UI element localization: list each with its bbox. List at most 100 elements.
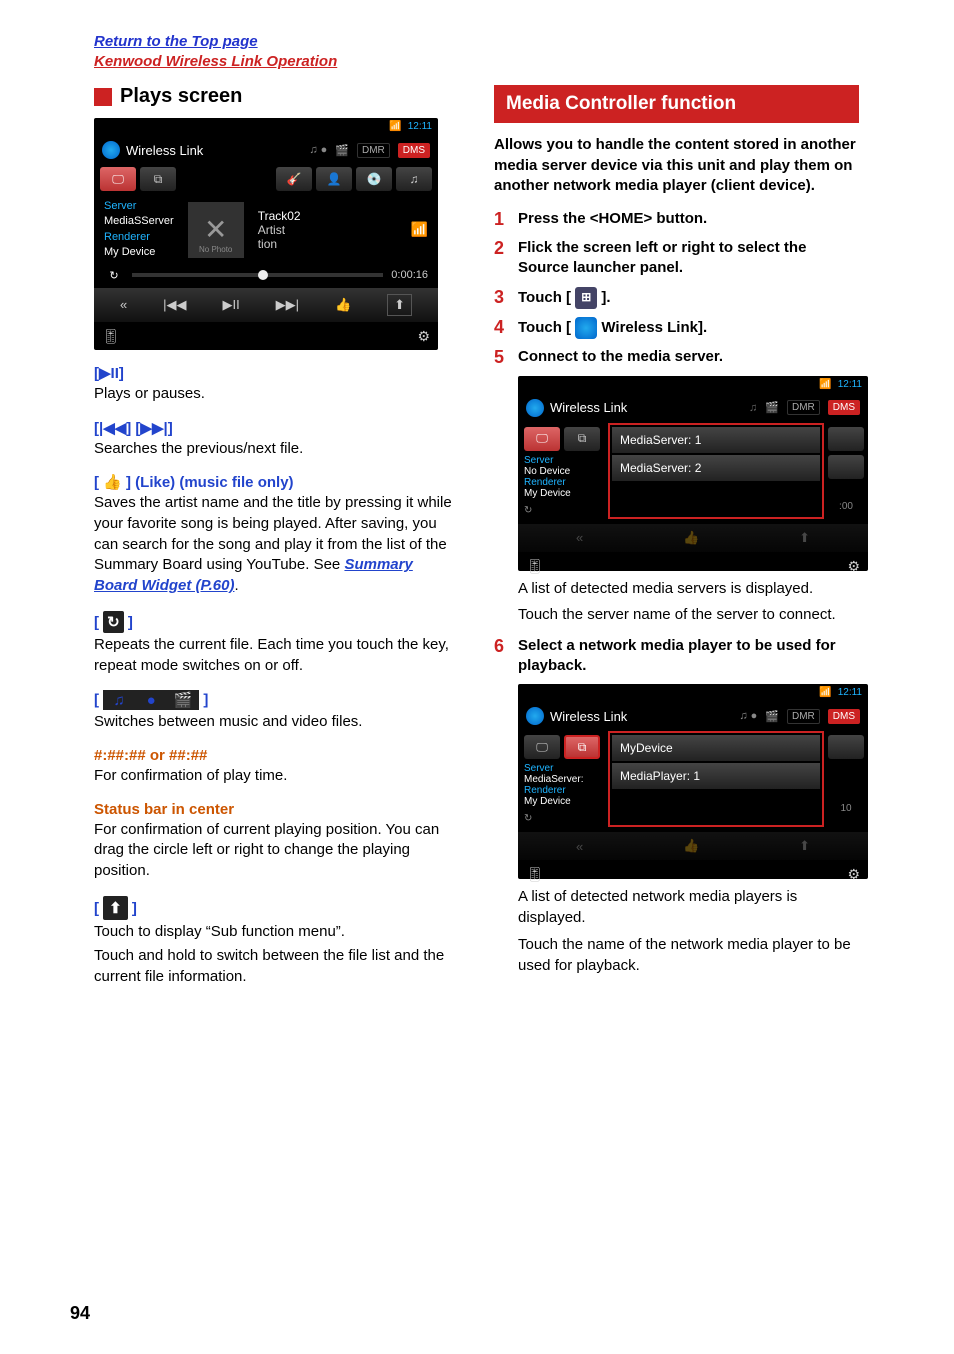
dmr-badge: DMR <box>787 400 820 415</box>
mixer-icon[interactable]: 🎚 <box>526 866 544 883</box>
music-indicator-icon: ♫ ● <box>309 144 327 156</box>
renderer-value: My Device <box>104 245 174 260</box>
screen-title: Wireless Link <box>550 709 627 724</box>
renderer-tab[interactable]: ⧉ <box>564 427 600 451</box>
renderer-label: Renderer <box>524 785 602 796</box>
step5-sub1: A list of detected media servers is disp… <box>518 579 859 600</box>
renderer-tab[interactable]: ⧉ <box>140 167 176 191</box>
repeat-icon[interactable]: ↻ <box>104 269 124 282</box>
red-square-marker-icon <box>94 88 112 106</box>
step-num-6: 6 <box>494 636 510 677</box>
wireless-link-icon <box>102 141 120 159</box>
step-num-1: 1 <box>494 209 510 230</box>
like-button[interactable]: 👍 <box>335 297 351 313</box>
time-desc: For confirmation of play time. <box>94 766 459 787</box>
step-6: 6 Select a network media player to be us… <box>494 636 859 677</box>
statusbar-desc: For confirmation of current playing posi… <box>94 820 459 882</box>
time-heading: #:##:## or ##:## <box>94 747 459 764</box>
step-num-2: 2 <box>494 238 510 279</box>
list-item[interactable]: MyDevice <box>612 735 820 761</box>
sub-menu-key-icon: ⬆ <box>103 896 128 920</box>
step-num-5: 5 <box>494 347 510 368</box>
collapse-icon: « <box>576 530 583 545</box>
renderer-value: My Device <box>524 796 602 807</box>
wireless-link-icon <box>526 707 544 725</box>
server-tab[interactable]: 🖵 <box>100 167 136 191</box>
playpause-desc: Plays or pauses. <box>94 384 459 405</box>
play-pause-button[interactable]: ▶II <box>222 297 239 313</box>
sub-menu-button: ⬆ <box>799 838 810 854</box>
dms-badge: DMS <box>398 143 430 158</box>
step6-sub2: Touch the name of the network media play… <box>518 935 859 976</box>
wifi-antenna-icon: 📶 <box>411 221 428 238</box>
screen-title: Wireless Link <box>550 400 627 415</box>
list-item[interactable]: MediaServer: 1 <box>612 427 820 453</box>
clock: 12:11 <box>408 121 432 132</box>
dms-badge: DMS <box>828 709 860 724</box>
step6-sub1: A list of detected network media players… <box>518 887 859 928</box>
return-top-link[interactable]: Return to the Top page <box>94 32 337 52</box>
like-heading: [ 👍 ] (Like) (music file only) <box>94 473 459 491</box>
music-icon[interactable]: ♫ <box>396 167 432 191</box>
settings-icon[interactable]: ⚙ <box>847 866 860 883</box>
page-number: 94 <box>70 1303 90 1324</box>
prev-button[interactable]: |◀◀ <box>163 297 186 313</box>
list-item[interactable]: MediaServer: 2 <box>612 455 820 481</box>
launcher-grid-icon: ⊞ <box>575 287 597 309</box>
step-4: 4 Touch [ Wireless Link]. <box>494 317 859 339</box>
seek-desc: Searches the previous/next file. <box>94 439 459 460</box>
artist-name: Artist <box>258 223 301 237</box>
wireless-link-app-icon <box>575 317 597 339</box>
media-controller-heading: Media Controller function <box>494 85 859 123</box>
section-link[interactable]: Kenwood Wireless Link Operation <box>94 52 337 72</box>
server-label: Server <box>524 455 602 466</box>
music-indicator-icon: ♫ <box>749 402 757 414</box>
switch-desc: Switches between music and video files. <box>94 712 459 733</box>
time-fragment: :00 <box>839 501 853 512</box>
mixer-icon[interactable]: 🎚 <box>526 558 544 575</box>
video-icon[interactable] <box>828 735 864 759</box>
wireless-link-icon <box>526 399 544 417</box>
plays-screen-heading: Plays screen <box>94 85 459 108</box>
dmr-badge: DMR <box>787 709 820 724</box>
list-item[interactable]: MediaPlayer: 1 <box>612 763 820 789</box>
step-2: 2 Flick the screen left or right to sele… <box>494 238 859 279</box>
step-num-3: 3 <box>494 287 510 309</box>
dmr-badge: DMR <box>357 143 390 158</box>
subfn-desc1: Touch to display “Sub function menu”. <box>94 922 459 943</box>
like-desc: Saves the artist name and the title by p… <box>94 493 459 596</box>
settings-icon[interactable]: ⚙ <box>847 558 860 575</box>
disc-icon[interactable]: 💿 <box>356 167 392 191</box>
settings-icon[interactable]: ⚙ <box>417 328 430 345</box>
music-icon[interactable] <box>828 455 864 479</box>
collapse-icon: « <box>576 839 583 854</box>
collapse-icon[interactable]: « <box>120 297 127 312</box>
next-button[interactable]: ▶▶| <box>276 297 299 313</box>
mixer-icon[interactable]: 🎚 <box>102 328 120 345</box>
plays-screen-title: Plays screen <box>120 85 242 108</box>
sub-menu-button[interactable]: ⬆ <box>387 294 412 316</box>
switch-heading: [ ♫●🎬 ] <box>94 690 459 710</box>
renderer-value: My Device <box>524 488 602 499</box>
renderer-tab[interactable]: ⧉ <box>564 735 600 759</box>
person-icon[interactable]: 👤 <box>316 167 352 191</box>
playpause-heading: [▶II] <box>94 364 459 382</box>
repeat-key-icon: ↻ <box>103 611 124 633</box>
clock: 12:11 <box>838 379 862 390</box>
left-column: Plays screen 📶 12:11 Wireless Link ♫ ● 🎬… <box>94 85 459 992</box>
progress-bar[interactable] <box>132 273 383 277</box>
track-name: Track02 <box>258 209 301 223</box>
media-controller-intro: Allows you to handle the content stored … <box>494 135 859 197</box>
server-tab[interactable]: 🖵 <box>524 735 560 759</box>
undo-icon[interactable] <box>828 427 864 451</box>
statusbar-heading: Status bar in center <box>94 801 459 818</box>
repeat-icon: ↻ <box>524 813 602 824</box>
server-tab[interactable]: 🖵 <box>524 427 560 451</box>
music-indicator-icon: ♫ ● <box>739 710 757 722</box>
step-5: 5 Connect to the media server. <box>494 347 859 368</box>
guitar-icon[interactable]: 🎸 <box>276 167 312 191</box>
server-value: MediaServer: <box>524 774 602 785</box>
repeat-icon: ↻ <box>524 505 602 516</box>
server-value: MediaSServer <box>104 214 174 229</box>
repeat-desc: Repeats the current file. Each time you … <box>94 635 459 676</box>
